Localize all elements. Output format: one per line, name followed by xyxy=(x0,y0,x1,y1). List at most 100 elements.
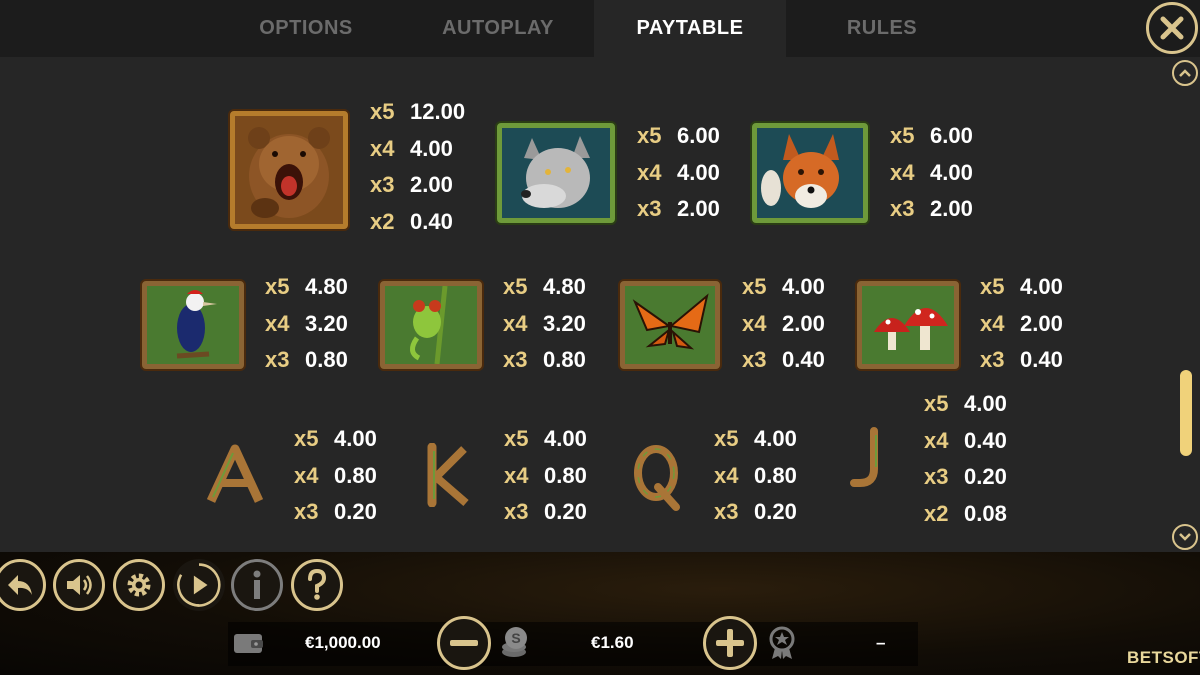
paytable-panel: x5 12.00 x4 4.00 x3 2.00 x2 0.40 x5 6.00 x4 4.… xyxy=(0,57,1200,552)
autoplay-button[interactable] xyxy=(173,559,225,611)
pay-row: x4 0.40 xyxy=(924,423,1007,460)
pay-row: x5 4.00 xyxy=(714,421,797,458)
frog-symbol xyxy=(380,281,482,369)
settings-button[interactable] xyxy=(113,559,165,611)
info-icon xyxy=(253,570,261,599)
multiplier: x3 xyxy=(370,172,395,197)
frog-icon xyxy=(385,286,477,364)
payout-value: 4.80 xyxy=(543,274,586,299)
pay-row: x3 2.00 xyxy=(890,191,973,228)
pay-row: x5 6.00 xyxy=(890,118,973,155)
payout-value: 2.00 xyxy=(1020,310,1063,336)
payout-value: 0.40 xyxy=(1020,347,1063,372)
pay-row: x5 4.00 xyxy=(742,269,825,306)
pay-row: x5 4.00 xyxy=(504,421,587,458)
multiplier: x3 xyxy=(265,347,290,372)
pay-row: x3 0.40 xyxy=(742,342,825,379)
letter-q-payouts: x5 4.00 x4 0.80 x3 0.20 xyxy=(714,421,797,531)
multiplier: x4 xyxy=(504,462,529,488)
increase-bet-button[interactable] xyxy=(703,616,757,670)
letter-a-icon xyxy=(206,444,264,503)
brand-part1: BET xyxy=(1127,648,1163,667)
pay-row: x3 0.80 xyxy=(503,342,586,379)
multiplier: x5 xyxy=(924,391,949,416)
letter-j-icon xyxy=(850,427,878,487)
multiplier: x3 xyxy=(503,347,528,372)
bear-icon xyxy=(235,116,343,224)
minus-icon xyxy=(450,640,478,646)
pay-row: x3 2.00 xyxy=(637,191,720,228)
payout-value: 0.08 xyxy=(964,500,1007,526)
pay-row: x4 3.20 xyxy=(503,306,586,343)
multiplier: x5 xyxy=(980,274,1005,299)
multiplier: x3 xyxy=(980,347,1005,372)
payout-value: 2.00 xyxy=(782,310,825,336)
multiplier: x2 xyxy=(370,208,395,234)
multiplier: x5 xyxy=(265,274,290,299)
pay-row: x5 4.00 xyxy=(924,386,1007,423)
letter-q-icon xyxy=(634,445,680,511)
win-value: – xyxy=(876,633,886,652)
tab-paytable[interactable]: PAYTABLE xyxy=(594,0,786,57)
payout-value: 0.80 xyxy=(305,347,348,372)
multiplier: x5 xyxy=(370,99,395,124)
multiplier: x3 xyxy=(742,347,767,372)
help-button[interactable] xyxy=(291,559,343,611)
coins-icon: S xyxy=(502,627,527,657)
letter-k-payouts: x5 4.00 x4 0.80 x3 0.20 xyxy=(504,421,587,531)
wallet-icon xyxy=(234,634,263,653)
payout-value: 6.00 xyxy=(930,123,973,148)
payout-value: 2.00 xyxy=(410,172,453,197)
balance-value: €1,000.00 xyxy=(305,633,381,652)
payout-value: 0.80 xyxy=(334,462,377,488)
scroll-thumb[interactable] xyxy=(1180,370,1192,456)
pay-row: x4 0.80 xyxy=(294,458,377,495)
tab-rules[interactable]: RULES xyxy=(786,0,978,57)
scroll-down-button[interactable] xyxy=(1172,524,1198,550)
multiplier: x3 xyxy=(294,499,319,524)
pay-row: x4 0.80 xyxy=(714,458,797,495)
payout-value: 0.20 xyxy=(334,499,377,524)
sound-button[interactable] xyxy=(53,559,105,611)
svg-text:S: S xyxy=(511,630,520,646)
pay-row: x3 2.00 xyxy=(370,167,465,204)
close-button[interactable] xyxy=(1146,2,1198,54)
multiplier: x5 xyxy=(294,426,319,451)
payout-value: 4.00 xyxy=(964,391,1007,416)
bear-symbol xyxy=(230,111,348,229)
pay-row: x5 4.80 xyxy=(265,269,348,306)
payout-value: 4.00 xyxy=(410,135,453,161)
pay-row: x5 12.00 xyxy=(370,94,465,131)
back-icon xyxy=(8,575,32,595)
payout-value: 4.00 xyxy=(544,426,587,451)
payout-value: 6.00 xyxy=(677,123,720,148)
chevron-down-icon xyxy=(1179,533,1191,541)
chevron-up-icon xyxy=(1179,69,1191,77)
payout-value: 4.00 xyxy=(754,426,797,451)
payout-value: 4.00 xyxy=(782,274,825,299)
multiplier: x4 xyxy=(637,159,662,185)
multiplier: x4 xyxy=(294,462,319,488)
pay-row: x4 3.20 xyxy=(265,306,348,343)
pay-row: x3 0.80 xyxy=(265,342,348,379)
pay-row: x5 4.00 xyxy=(980,269,1063,306)
pay-row: x5 6.00 xyxy=(637,118,720,155)
control-bar: €1,000.00 S €1.60 – xyxy=(0,552,1200,675)
decrease-bet-button[interactable] xyxy=(437,616,491,670)
pay-row: x5 4.80 xyxy=(503,269,586,306)
multiplier: x5 xyxy=(890,123,915,148)
fox-icon xyxy=(757,128,863,218)
pay-row: x3 0.20 xyxy=(504,494,587,531)
pay-row: x4 4.00 xyxy=(637,155,720,192)
tab-options[interactable]: OPTIONS xyxy=(210,0,402,57)
multiplier: x4 xyxy=(503,310,528,336)
payout-value: 0.80 xyxy=(544,462,587,488)
tab-autoplay[interactable]: AUTOPLAY xyxy=(402,0,594,57)
pay-row: x2 0.40 xyxy=(370,204,465,241)
info-button[interactable] xyxy=(231,559,283,611)
payout-value: 4.00 xyxy=(334,426,377,451)
pay-row: x3 0.20 xyxy=(924,459,1007,496)
payout-value: 4.00 xyxy=(930,159,973,185)
pay-row: x4 4.00 xyxy=(890,155,973,192)
scroll-up-button[interactable] xyxy=(1172,60,1198,86)
